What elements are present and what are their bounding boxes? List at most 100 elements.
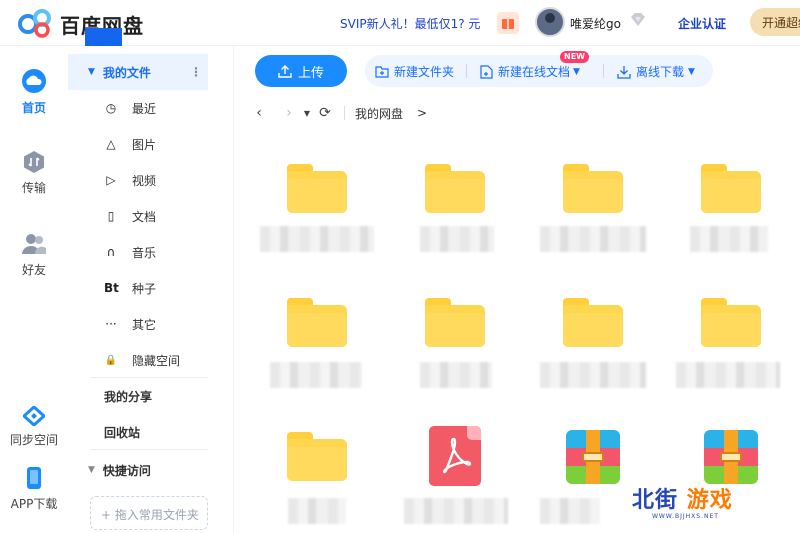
- file-name-blurred: [260, 226, 374, 252]
- avatar[interactable]: [535, 7, 565, 37]
- watermark-brand-left: 北街: [632, 488, 679, 513]
- new-folder-icon: [375, 65, 389, 78]
- torrent-icon: Bt: [104, 281, 119, 295]
- file-tile-folder[interactable]: [662, 274, 800, 404]
- folder-icon: [287, 164, 347, 213]
- sidebar-item-recent[interactable]: ◷ 最近: [68, 90, 208, 126]
- history-dropdown-icon[interactable]: ▼: [300, 109, 314, 118]
- watermark-brand: 北街 游戏: [632, 482, 733, 514]
- sidebar-item-my-files[interactable]: ▼ 我的文件 ⋮: [68, 54, 208, 90]
- cloud-icon: [22, 69, 46, 93]
- quick-access-drop-zone[interactable]: + 拖入常用文件夹: [90, 496, 208, 530]
- dropdown-arrow-icon[interactable]: ▼: [573, 67, 580, 77]
- toolbar-group: 新建文件夹 新建在线文档 ▼ 离线下载 ▼: [365, 55, 713, 87]
- offline-download-label: 离线下载: [636, 65, 685, 79]
- file-name-blurred: [420, 362, 492, 388]
- back-arrow-icon[interactable]: ‹: [248, 105, 270, 121]
- document-icon: ▯: [107, 209, 115, 223]
- more-vertical-icon[interactable]: ⋮: [190, 65, 202, 79]
- rail-item-friends[interactable]: 好友: [0, 232, 68, 278]
- username[interactable]: 唯爱纶go: [570, 15, 621, 32]
- sidebar-item-hidden-space[interactable]: 🔒 隐藏空间: [68, 342, 208, 378]
- sidebar-item-label: 图片: [132, 137, 157, 152]
- breadcrumb-root[interactable]: 我的网盘: [355, 105, 403, 122]
- forward-arrow-icon[interactable]: ›: [278, 105, 300, 121]
- new-document-icon: [480, 64, 493, 79]
- refresh-icon[interactable]: ⟳: [314, 105, 336, 121]
- watermark-url: WWW.BJJHXS.NET: [652, 513, 719, 520]
- sync-space-icon: [23, 406, 45, 426]
- archive-icon: [566, 430, 620, 484]
- file-tile-folder[interactable]: [524, 274, 662, 404]
- file-tile-folder[interactable]: [248, 408, 386, 533]
- file-tile-folder[interactable]: [386, 140, 524, 270]
- sidebar-item-my-share[interactable]: 我的分享: [68, 378, 208, 414]
- folder-icon: [701, 164, 761, 213]
- sidebar-divider: [90, 377, 208, 378]
- sidebar-item-documents[interactable]: ▯ 文档: [68, 198, 208, 234]
- dropdown-arrow-icon[interactable]: ▼: [688, 67, 695, 77]
- rail-sync-label: 同步空间: [9, 433, 58, 447]
- toolbar-separator: [466, 64, 467, 78]
- file-grid: [248, 140, 800, 533]
- rail-item-transfer[interactable]: 传输: [0, 150, 68, 196]
- folder-icon: [563, 164, 623, 213]
- file-tile-folder[interactable]: [248, 274, 386, 404]
- sidebar-item-label: 文档: [132, 209, 157, 224]
- rail-item-home[interactable]: 首页: [0, 68, 68, 116]
- sidebar-item-music[interactable]: ∩ 音乐: [68, 234, 208, 270]
- file-name-blurred: [540, 226, 646, 252]
- caret-down-icon[interactable]: ▼: [88, 465, 95, 475]
- rail-friends-label: 好友: [21, 263, 46, 277]
- caret-down-icon[interactable]: ▼: [88, 67, 95, 77]
- navigation-row: ‹ › ▼ ⟳ 我的网盘 >: [248, 102, 788, 124]
- sidebar-item-label: 种子: [132, 281, 157, 296]
- file-name-blurred: [540, 362, 646, 388]
- friends-icon: [22, 234, 46, 254]
- rail-item-sync[interactable]: 同步空间: [0, 406, 68, 448]
- file-name-blurred: [690, 226, 768, 252]
- file-name-blurred: [540, 498, 600, 524]
- sidebar-item-quick-access[interactable]: ▼ 快捷访问: [68, 452, 208, 488]
- sidebar-item-recycle-bin[interactable]: 回收站: [68, 414, 208, 450]
- sidebar-item-images[interactable]: △ 图片: [68, 126, 208, 162]
- sidebar-item-other[interactable]: ··· 其它: [68, 306, 208, 342]
- baidu-netdisk-logo[interactable]: [18, 8, 54, 38]
- upload-icon: [278, 65, 292, 78]
- gift-icon[interactable]: [497, 12, 519, 34]
- sidebar-item-torrents[interactable]: Bt 种子: [68, 270, 208, 306]
- file-name-blurred: [420, 226, 494, 252]
- sidebar-item-label: 视频: [132, 173, 157, 188]
- watermark: 北街 游戏 WWW.BJJHXS.NET: [632, 482, 782, 528]
- sidebar-item-label: 其它: [132, 317, 157, 332]
- nav-rail: 首页 传输 好友 同步空间 APP下载: [0, 46, 68, 533]
- folder-icon: [425, 298, 485, 347]
- new-folder-button[interactable]: 新建文件夹: [375, 63, 454, 80]
- folder-icon: [425, 164, 485, 213]
- file-name-blurred: [270, 362, 362, 388]
- offline-download-button[interactable]: 离线下载 ▼: [617, 63, 695, 80]
- file-tile-folder[interactable]: [248, 140, 386, 270]
- upload-button[interactable]: 上传: [255, 55, 347, 87]
- new-online-doc-button[interactable]: 新建在线文档 ▼: [480, 63, 580, 80]
- enterprise-auth-link[interactable]: 企业认证: [678, 15, 726, 32]
- headphones-icon: ∩: [106, 245, 116, 259]
- file-tile-folder[interactable]: [662, 140, 800, 270]
- new-folder-label: 新建文件夹: [394, 65, 455, 79]
- file-tile-folder[interactable]: [386, 274, 524, 404]
- rail-item-app-download[interactable]: APP下载: [0, 466, 68, 512]
- svip-promo-link[interactable]: SVIP新人礼！最低仅1? 元: [340, 15, 480, 32]
- open-vip-button[interactable]: 开通超级会员: [750, 8, 800, 36]
- pdf-icon: [429, 426, 481, 486]
- file-name-blurred: [288, 498, 346, 524]
- new-badge: NEW: [560, 51, 589, 63]
- vip-diamond-icon[interactable]: [629, 13, 647, 27]
- phone-icon: [27, 467, 41, 489]
- archive-icon: [704, 430, 758, 484]
- sidebar: ▼ 我的文件 ⋮ ◷ 最近 △ 图片 ▷ 视频 ▯ 文档 ∩ 音乐 Bt 种子 …: [68, 46, 234, 533]
- lock-icon: 🔒: [104, 354, 118, 366]
- video-icon: ▷: [106, 173, 116, 187]
- file-tile-folder[interactable]: [524, 140, 662, 270]
- sidebar-item-video[interactable]: ▷ 视频: [68, 162, 208, 198]
- toolbar-separator: [603, 64, 604, 78]
